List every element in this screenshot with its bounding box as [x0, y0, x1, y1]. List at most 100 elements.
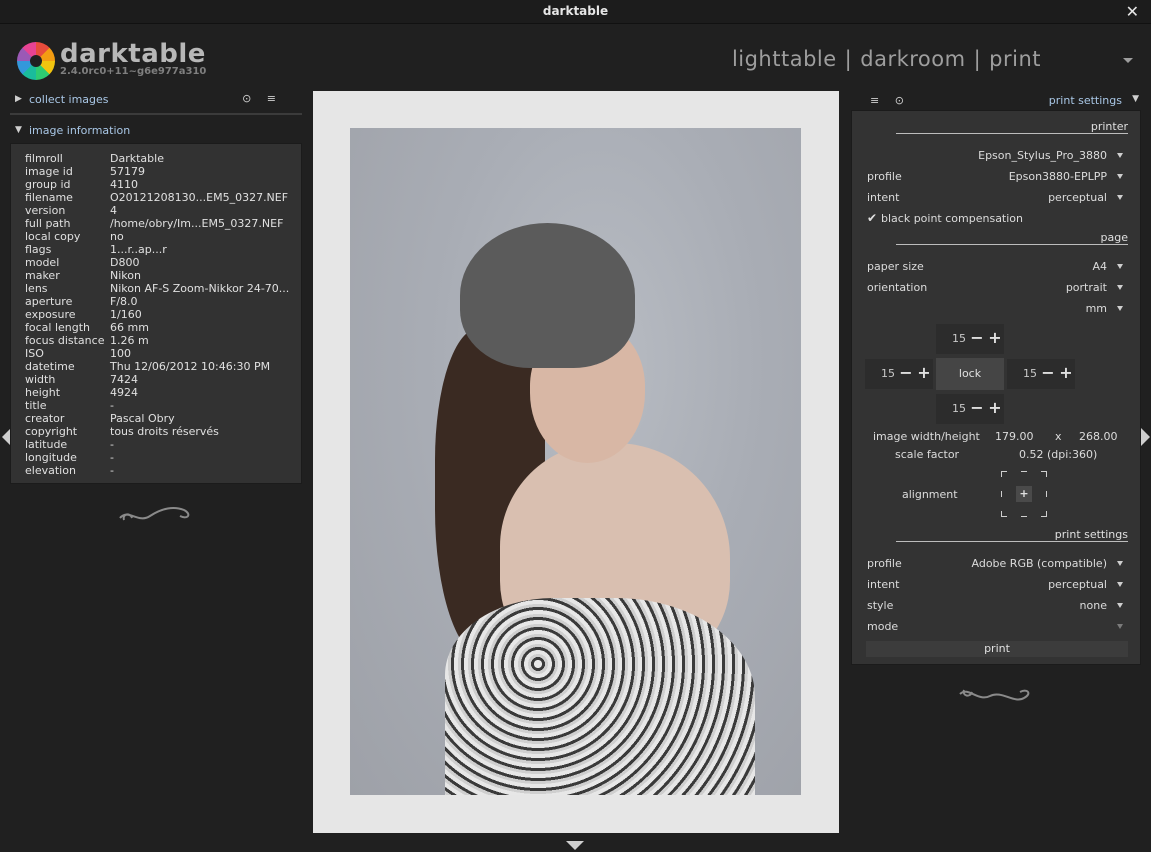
minus-icon[interactable]: −: [898, 364, 914, 382]
collapsed-arrow-icon[interactable]: ▶: [15, 94, 22, 104]
margin-top-value[interactable]: 15: [942, 332, 966, 345]
expanded-arrow-icon[interactable]: ▼: [15, 125, 22, 135]
info-value: 4: [110, 204, 117, 217]
view-print[interactable]: print: [989, 47, 1041, 71]
module-preset-icons[interactable]: ⊙ ≡: [242, 92, 282, 105]
info-row: latitude -: [25, 438, 301, 451]
window-titlebar: darktable ✕: [0, 0, 1151, 24]
align-top[interactable]: [1021, 471, 1027, 477]
minus-icon[interactable]: −: [969, 329, 985, 347]
collect-images-label[interactable]: collect images: [29, 93, 109, 106]
margin-left-value[interactable]: 15: [871, 367, 895, 380]
mode-select[interactable]: mode: [867, 619, 1125, 635]
info-key: copyright: [25, 425, 78, 438]
black-point-compensation-checkbox[interactable]: ✔ black point compensation: [867, 211, 1127, 227]
align-bottom-right[interactable]: [1041, 511, 1047, 517]
section-divider: [896, 541, 1128, 542]
info-row: local copy no: [25, 230, 301, 243]
minus-icon[interactable]: −: [1040, 364, 1056, 382]
view-darkroom[interactable]: darkroom: [860, 47, 965, 71]
margin-bottom-value[interactable]: 15: [942, 402, 966, 415]
info-key: local copy: [25, 230, 81, 243]
margin-right-spinner[interactable]: 15 − +: [1007, 359, 1075, 389]
info-key: elevation: [25, 464, 76, 477]
info-row: filmroll Darktable: [25, 152, 301, 165]
printer-intent-select[interactable]: intent perceptual: [867, 190, 1125, 206]
info-key: ISO: [25, 347, 44, 360]
print-settings-title[interactable]: print settings: [1049, 94, 1122, 107]
info-row: version 4: [25, 204, 301, 217]
margin-top-spinner[interactable]: 15 − +: [936, 324, 1004, 354]
plus-icon[interactable]: +: [916, 364, 932, 382]
print-profile-select[interactable]: profile Adobe RGB (compatible): [867, 556, 1125, 572]
info-row: image id 57179: [25, 165, 301, 178]
align-bottom[interactable]: [1021, 511, 1027, 517]
info-key: exposure: [25, 308, 76, 321]
info-value: -: [110, 399, 114, 412]
align-bottom-left[interactable]: [1001, 511, 1007, 517]
image-information-module[interactable]: ▼ image information: [10, 121, 302, 141]
info-key: aperture: [25, 295, 73, 308]
collect-images-module[interactable]: ▶ collect images ⊙ ≡: [10, 90, 302, 110]
align-top-right[interactable]: [1041, 471, 1047, 477]
align-center[interactable]: +: [1016, 486, 1032, 502]
module-divider: [10, 113, 302, 115]
plus-icon[interactable]: +: [987, 399, 1003, 417]
view-lighttable[interactable]: lighttable: [732, 47, 837, 71]
print-intent-select[interactable]: intent perceptual: [867, 577, 1125, 593]
print-preview-image[interactable]: [350, 128, 801, 795]
printer-profile-select[interactable]: profile Epson3880-EPLPP: [867, 169, 1125, 185]
orientation-select[interactable]: orientation portrait: [867, 280, 1125, 296]
bottom-panel-toggle-icon[interactable]: [566, 841, 584, 850]
image-information-label[interactable]: image information: [29, 124, 130, 137]
profile-label: profile: [867, 170, 902, 183]
align-left[interactable]: [1001, 491, 1007, 497]
minus-icon[interactable]: −: [969, 399, 985, 417]
info-row: creator Pascal Obry: [25, 412, 301, 425]
close-icon[interactable]: ✕: [1126, 2, 1139, 21]
style-value: none: [1079, 599, 1107, 612]
info-row: group id 4110: [25, 178, 301, 191]
info-row: copyright tous droits réservés: [25, 425, 301, 438]
profile-value: Epson3880-EPLPP: [1008, 170, 1107, 183]
print-settings-panel: printer Epson_Stylus_Pro_3880 profile Ep…: [851, 110, 1141, 665]
print-button[interactable]: print: [866, 641, 1128, 657]
style-select[interactable]: style none: [867, 598, 1125, 614]
profile-value: Adobe RGB (compatible): [971, 557, 1107, 570]
plus-icon[interactable]: +: [1058, 364, 1074, 382]
info-key: image id: [25, 165, 73, 178]
dropdown-arrow-icon: [1117, 603, 1123, 608]
dropdown-arrow-icon: [1117, 174, 1123, 179]
margin-bottom-spinner[interactable]: 15 − +: [936, 394, 1004, 424]
info-key: creator: [25, 412, 65, 425]
lock-margins-button[interactable]: lock: [936, 358, 1004, 390]
scale-factor-value: 0.52 (dpi:360): [1019, 448, 1098, 461]
checkmark-icon[interactable]: ✔: [867, 212, 879, 224]
margin-right-value[interactable]: 15: [1013, 367, 1037, 380]
right-panel-toggle-icon[interactable]: [1141, 428, 1150, 446]
app-version: 2.4.0rc0+11~g6e977a310: [60, 66, 207, 77]
plus-icon[interactable]: +: [987, 329, 1003, 347]
dropdown-arrow-icon: [1117, 264, 1123, 269]
intent-label: intent: [867, 578, 900, 591]
alignment-selector[interactable]: +: [1001, 471, 1047, 517]
paper-size-select[interactable]: paper size A4: [867, 259, 1125, 275]
views-menu-chevron-icon[interactable]: [1123, 58, 1133, 63]
units-select[interactable]: mm: [867, 301, 1125, 317]
orientation-value: portrait: [1065, 281, 1107, 294]
view-switcher: lighttable | darkroom | print: [732, 47, 1041, 71]
info-key: model: [25, 256, 60, 269]
view-separator: |: [844, 47, 853, 71]
module-preset-icons[interactable]: ≡ ⊙: [870, 94, 910, 107]
margin-left-spinner[interactable]: 15 − +: [865, 359, 933, 389]
align-right[interactable]: [1041, 491, 1047, 497]
expanded-arrow-icon[interactable]: ▼: [1132, 94, 1139, 104]
printer-select[interactable]: Epson_Stylus_Pro_3880: [867, 148, 1125, 164]
align-top-left[interactable]: [1001, 471, 1007, 477]
info-value: Pascal Obry: [110, 412, 175, 425]
style-label: style: [867, 599, 894, 612]
print-settings-module-header[interactable]: ≡ ⊙ print settings ▼: [866, 93, 1142, 109]
printer-value: Epson_Stylus_Pro_3880: [978, 149, 1107, 162]
info-row: full path/home/obry/Im...EM5_0327.NEF: [25, 217, 301, 230]
image-size-readout: image width/height 179.00 x 268.00: [873, 430, 1133, 444]
